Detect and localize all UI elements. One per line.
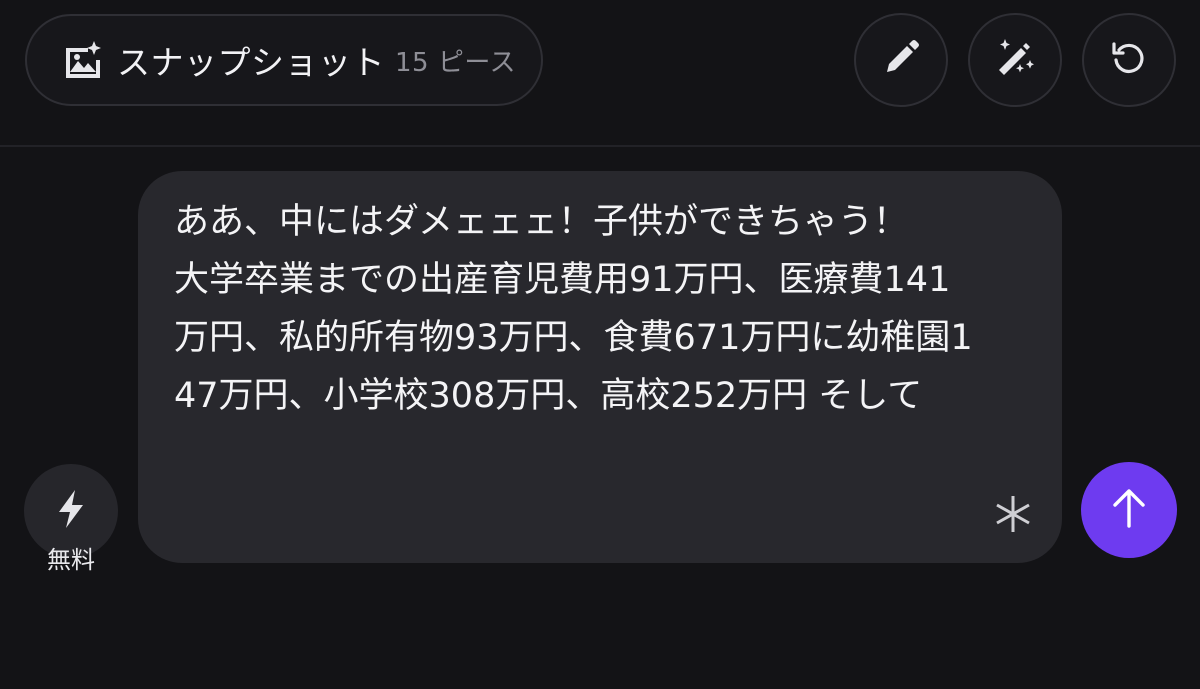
header-divider xyxy=(0,145,1200,147)
free-mode-label: 無料 xyxy=(47,546,95,574)
header-bar: スナップショット 15 ピース xyxy=(0,0,1200,146)
reset-icon xyxy=(1109,38,1149,82)
pencil-icon xyxy=(881,38,921,82)
asterisk-icon xyxy=(988,489,1038,539)
snapshot-title: スナップショット xyxy=(117,43,385,82)
magic-button[interactable] xyxy=(968,13,1062,107)
lightning-icon xyxy=(53,489,89,533)
send-button[interactable] xyxy=(1081,462,1177,558)
reset-button[interactable] xyxy=(1082,13,1176,107)
arrow-up-icon xyxy=(1109,486,1149,534)
message-text[interactable]: ああ、中にはダメェェェ！子供ができちゃう！ 大学卒業までの出産育児費用91万円、… xyxy=(174,193,974,425)
snapshot-selector[interactable]: スナップショット 15 ピース xyxy=(25,14,543,106)
chat-screen: スナップショット 15 ピース ああ、中にはダメェェェ！子供ができちゃう！ 大学… xyxy=(0,0,1200,689)
image-sparkle-icon xyxy=(63,40,103,80)
snapshot-count: 15 ピース xyxy=(395,47,517,78)
edit-button[interactable] xyxy=(854,13,948,107)
message-input-bubble[interactable]: ああ、中にはダメェェェ！子供ができちゃう！ 大学卒業までの出産育児費用91万円、… xyxy=(138,171,1062,563)
magic-wand-icon xyxy=(993,36,1037,84)
